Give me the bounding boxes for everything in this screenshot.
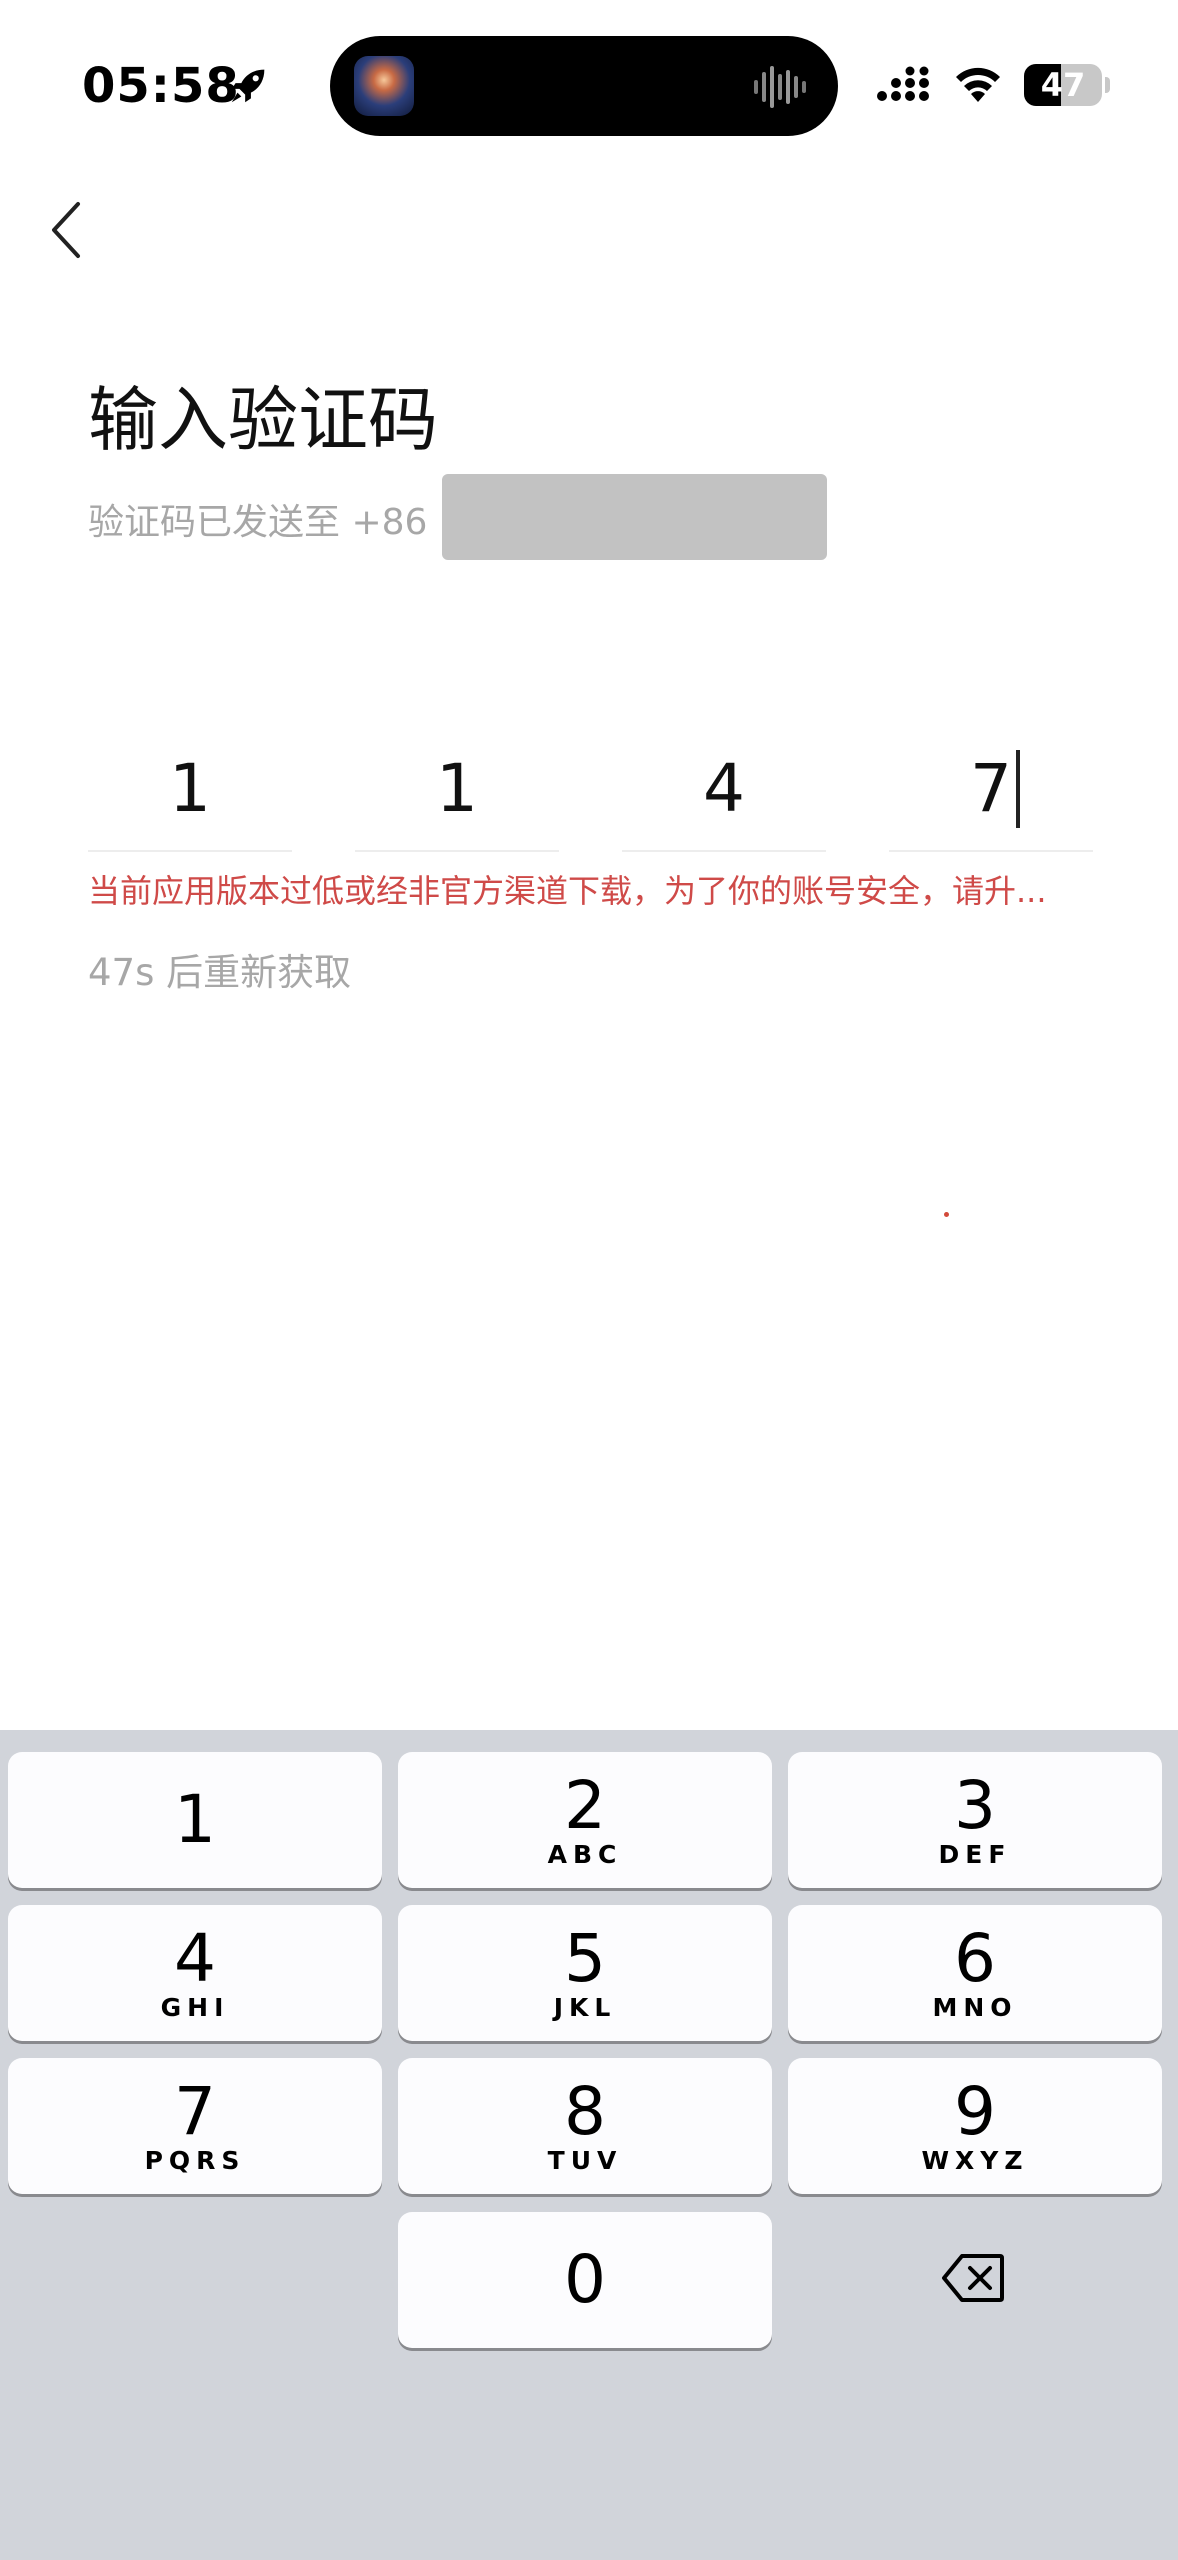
key-4[interactable]: 4 GHI (8, 1905, 382, 2041)
code-digit-box-1[interactable]: 1 (88, 730, 292, 852)
sent-to-subtitle: 验证码已发送至 +86 (88, 502, 428, 543)
key-digit: 3 (954, 1767, 996, 1844)
status-time: 05:58 (82, 58, 240, 114)
dynamic-island[interactable] (330, 36, 838, 136)
chevron-left-icon[interactable] (40, 192, 96, 268)
key-0[interactable]: 0 (398, 2212, 772, 2348)
key-letters: PQRS (144, 2146, 246, 2175)
key-digit: 5 (564, 1920, 606, 1997)
key-7[interactable]: 7 PQRS (8, 2058, 382, 2194)
key-letters: DEF (938, 1840, 1012, 1869)
code-digit: 1 (436, 750, 478, 827)
key-digit: 2 (564, 1767, 606, 1844)
key-digit: 1 (174, 1781, 216, 1858)
key-digit: 4 (174, 1920, 216, 1997)
code-digit-box-4[interactable]: 7 (889, 730, 1093, 852)
key-digit: 8 (564, 2073, 606, 2150)
text-cursor (1016, 750, 1020, 828)
code-digit: 4 (703, 750, 745, 827)
code-digit-box-3[interactable]: 4 (622, 730, 826, 852)
key-digit: 9 (954, 2073, 996, 2150)
key-digit: 0 (564, 2241, 606, 2318)
now-playing-artwork[interactable] (354, 56, 414, 116)
key-8[interactable]: 8 TUV (398, 2058, 772, 2194)
error-message: 当前应用版本过低或经非官方渠道下载，为了你的账号安全，请升... (88, 872, 1047, 910)
signal-icon (877, 66, 929, 101)
wifi-icon (956, 67, 1000, 102)
key-letters: MNO (932, 1993, 1018, 2022)
key-letters: WXYZ (921, 2146, 1029, 2175)
battery-level: 47 (1040, 66, 1086, 104)
rocket-icon (231, 69, 265, 103)
key-6[interactable]: 6 MNO (788, 1905, 1162, 2041)
code-digit: 7 (970, 750, 1012, 827)
indicator-dot (944, 1212, 949, 1217)
battery-icon: 47 (1024, 64, 1110, 106)
key-2[interactable]: 2 ABC (398, 1752, 772, 1888)
resend-countdown: 47s 后重新获取 (88, 951, 352, 994)
key-9[interactable]: 9 WXYZ (788, 2058, 1162, 2194)
audio-waveform-icon (754, 66, 806, 108)
key-1[interactable]: 1 (8, 1752, 382, 1888)
key-5[interactable]: 5 JKL (398, 1905, 772, 2041)
key-digit: 7 (174, 2073, 216, 2150)
key-3[interactable]: 3 DEF (788, 1752, 1162, 1888)
status-bar: 05:58 47 (0, 0, 1178, 170)
code-digit: 1 (169, 750, 211, 827)
page-title: 输入验证码 (88, 379, 438, 461)
key-letters: JKL (553, 1993, 617, 2022)
backspace-icon[interactable] (940, 2250, 1006, 2306)
key-letters: TUV (547, 2146, 623, 2175)
redacted-phone-number (442, 474, 827, 560)
key-letters: GHI (160, 1993, 230, 2022)
key-letters: ABC (547, 1840, 623, 1869)
code-digit-box-2[interactable]: 1 (355, 730, 559, 852)
key-digit: 6 (954, 1920, 996, 1997)
